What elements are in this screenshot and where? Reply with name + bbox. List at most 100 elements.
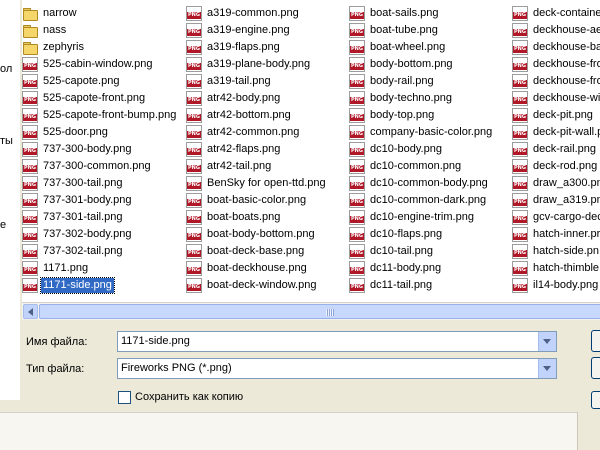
file-item[interactable]: PNG atr42-bottom.png [186,107,293,124]
png-file-icon-tag: PNG [187,216,201,223]
file-item[interactable]: PNG a319-tail.png [186,73,273,90]
file-item[interactable]: PNG 737-300-body.png [22,141,133,158]
help-button[interactable] [591,391,600,409]
file-item[interactable]: PNG draw_a300.pn [512,175,600,192]
file-item[interactable]: PNG 737-300-tail.png [22,175,125,192]
save-copy-checkbox[interactable] [118,391,131,404]
file-item[interactable]: PNG 525-capote.png [22,73,121,90]
scrollbar-thumb[interactable] [39,304,600,319]
file-item[interactable]: PNG atr42-common.png [186,124,301,141]
file-name: draw_a319.pn [533,194,600,206]
filename-dropdown-button[interactable] [538,332,556,351]
cancel-button[interactable] [591,357,600,379]
file-name: 737-300-common.png [43,160,151,172]
file-item[interactable]: PNG atr42-tail.png [186,158,273,175]
png-file-icon: PNG [22,108,38,123]
filetype-value: Fireworks PNG (*.png) [121,362,232,374]
file-item[interactable]: PNG dc11-tail.png [349,277,434,294]
filename-input[interactable]: 1171-side.png [121,335,190,347]
file-name: 525-capote.png [43,75,120,87]
png-file-icon-tag: PNG [23,182,37,189]
folder-item[interactable]: zephyris [22,39,86,56]
png-file-icon: PNG [349,261,365,276]
file-item[interactable]: PNG boat-wheel.png [349,39,447,56]
file-item[interactable]: PNG deck-pit-wall.p [512,124,600,141]
file-item[interactable]: PNG deckhouse-aer [512,22,600,39]
file-item[interactable]: PNG 737-302-body.png [22,226,133,243]
png-file-icon: PNG [512,108,528,123]
file-item[interactable]: PNG 1171.png [22,260,90,277]
folder-item[interactable]: nass [22,22,68,39]
file-item[interactable]: PNG 737-302-tail.png [22,243,125,260]
filename-combobox[interactable]: 1171-side.png [117,331,557,352]
file-name: boat-boats.png [207,211,281,223]
file-name: hatch-inner.pr [533,228,600,240]
png-file-icon: PNG [186,125,202,140]
file-item[interactable]: PNG dc10-engine-trim.png [349,209,476,226]
file-item[interactable]: PNG deckhouse-bac [512,39,600,56]
file-name: deck-pit.png [533,109,593,121]
file-item[interactable]: PNG 525-door.png [22,124,110,141]
file-item[interactable]: PNG boat-sails.png [349,5,441,22]
file-item[interactable]: PNG body-techno.png [349,90,454,107]
file-name: company-basic-color.png [370,126,493,138]
file-item[interactable]: PNG deck-pit.png [512,107,595,124]
file-item[interactable]: PNG company-basic-color.png [349,124,494,141]
file-item[interactable]: PNG 737-300-common.png [22,158,153,175]
file-item[interactable]: PNG boat-deckhouse.png [186,260,309,277]
file-item[interactable]: PNG boat-deck-base.png [186,243,306,260]
file-item[interactable]: PNG boat-boats.png [186,209,282,226]
file-item[interactable]: PNG il14-body.png [512,277,600,294]
folder-item[interactable]: narrow [22,5,79,22]
filetype-dropdown-button[interactable] [538,359,556,378]
file-item[interactable]: PNG dc11-body.png [349,260,443,277]
file-item[interactable]: PNG atr42-body.png [186,90,282,107]
horizontal-scrollbar[interactable] [22,302,600,320]
file-item[interactable]: PNG boat-basic-color.png [186,192,308,209]
file-item[interactable]: PNG atr42-flaps.png [186,141,282,158]
file-name: 1171-side.png [40,277,115,294]
file-item[interactable]: PNG deck-rod.png [512,158,599,175]
file-item[interactable]: PNG hatch-side.pn [512,243,600,260]
file-item[interactable]: PNG a319-engine.png [186,22,292,39]
file-item[interactable]: PNG BenSky for open-ttd.png [186,175,328,192]
file-item[interactable]: PNG boat-body-bottom.png [186,226,317,243]
file-item[interactable]: PNG deckhouse-fro [512,56,600,73]
file-item[interactable]: PNG boat-deck-window.png [186,277,318,294]
file-item[interactable]: PNG gcv-cargo-dec [512,209,600,226]
file-item[interactable]: PNG hatch-thimble. [512,260,600,277]
file-item[interactable]: PNG 1171-side.png [22,277,115,294]
file-item[interactable]: PNG 525-cabin-window.png [22,56,154,73]
file-item[interactable]: PNG body-bottom.png [349,56,455,73]
file-item[interactable]: PNG dc10-common-body.png [349,175,490,192]
file-item[interactable]: PNG a319-flaps.png [186,39,282,56]
file-item[interactable]: PNG draw_a319.pn [512,192,600,209]
file-item[interactable]: PNG dc10-common-dark.png [349,192,488,209]
file-item[interactable]: PNG deckhouse-win [512,90,600,107]
file-item[interactable]: PNG body-rail.png [349,73,436,90]
file-item[interactable]: PNG deck-rail.png [512,141,598,158]
file-item[interactable]: PNG 737-301-tail.png [22,209,125,226]
file-item[interactable]: PNG dc10-tail.png [349,243,435,260]
file-item[interactable]: PNG a319-plane-body.png [186,56,312,73]
scroll-left-button[interactable] [23,304,38,319]
file-item[interactable]: PNG deck-containe [512,5,600,22]
file-item[interactable]: PNG dc10-flaps.png [349,226,444,243]
file-item[interactable]: PNG 737-301-body.png [22,192,133,209]
file-item[interactable]: PNG dc10-common.png [349,158,463,175]
filetype-combobox[interactable]: Fireworks PNG (*.png) [117,358,557,379]
file-item[interactable]: PNG body-top.png [349,107,436,124]
file-item[interactable]: PNG 525-capote-front-bump.png [22,107,178,124]
file-item[interactable]: PNG deckhouse-fro [512,73,600,90]
png-file-icon-tag: PNG [350,114,364,121]
file-item[interactable]: PNG hatch-inner.pr [512,226,600,243]
png-file-icon: PNG [22,244,38,259]
file-item[interactable]: PNG dc10-body.png [349,141,444,158]
file-list[interactable]: narrow nass zephyris PNG 525-cabin-window.pn… [22,0,600,302]
file-item[interactable]: PNG boat-tube.png [349,22,440,39]
png-file-icon-tag: PNG [350,233,364,240]
file-item[interactable]: PNG 525-capote-front.png [22,90,147,107]
png-file-icon: PNG [22,193,38,208]
save-button[interactable] [591,330,600,352]
file-item[interactable]: PNG a319-common.png [186,5,301,22]
